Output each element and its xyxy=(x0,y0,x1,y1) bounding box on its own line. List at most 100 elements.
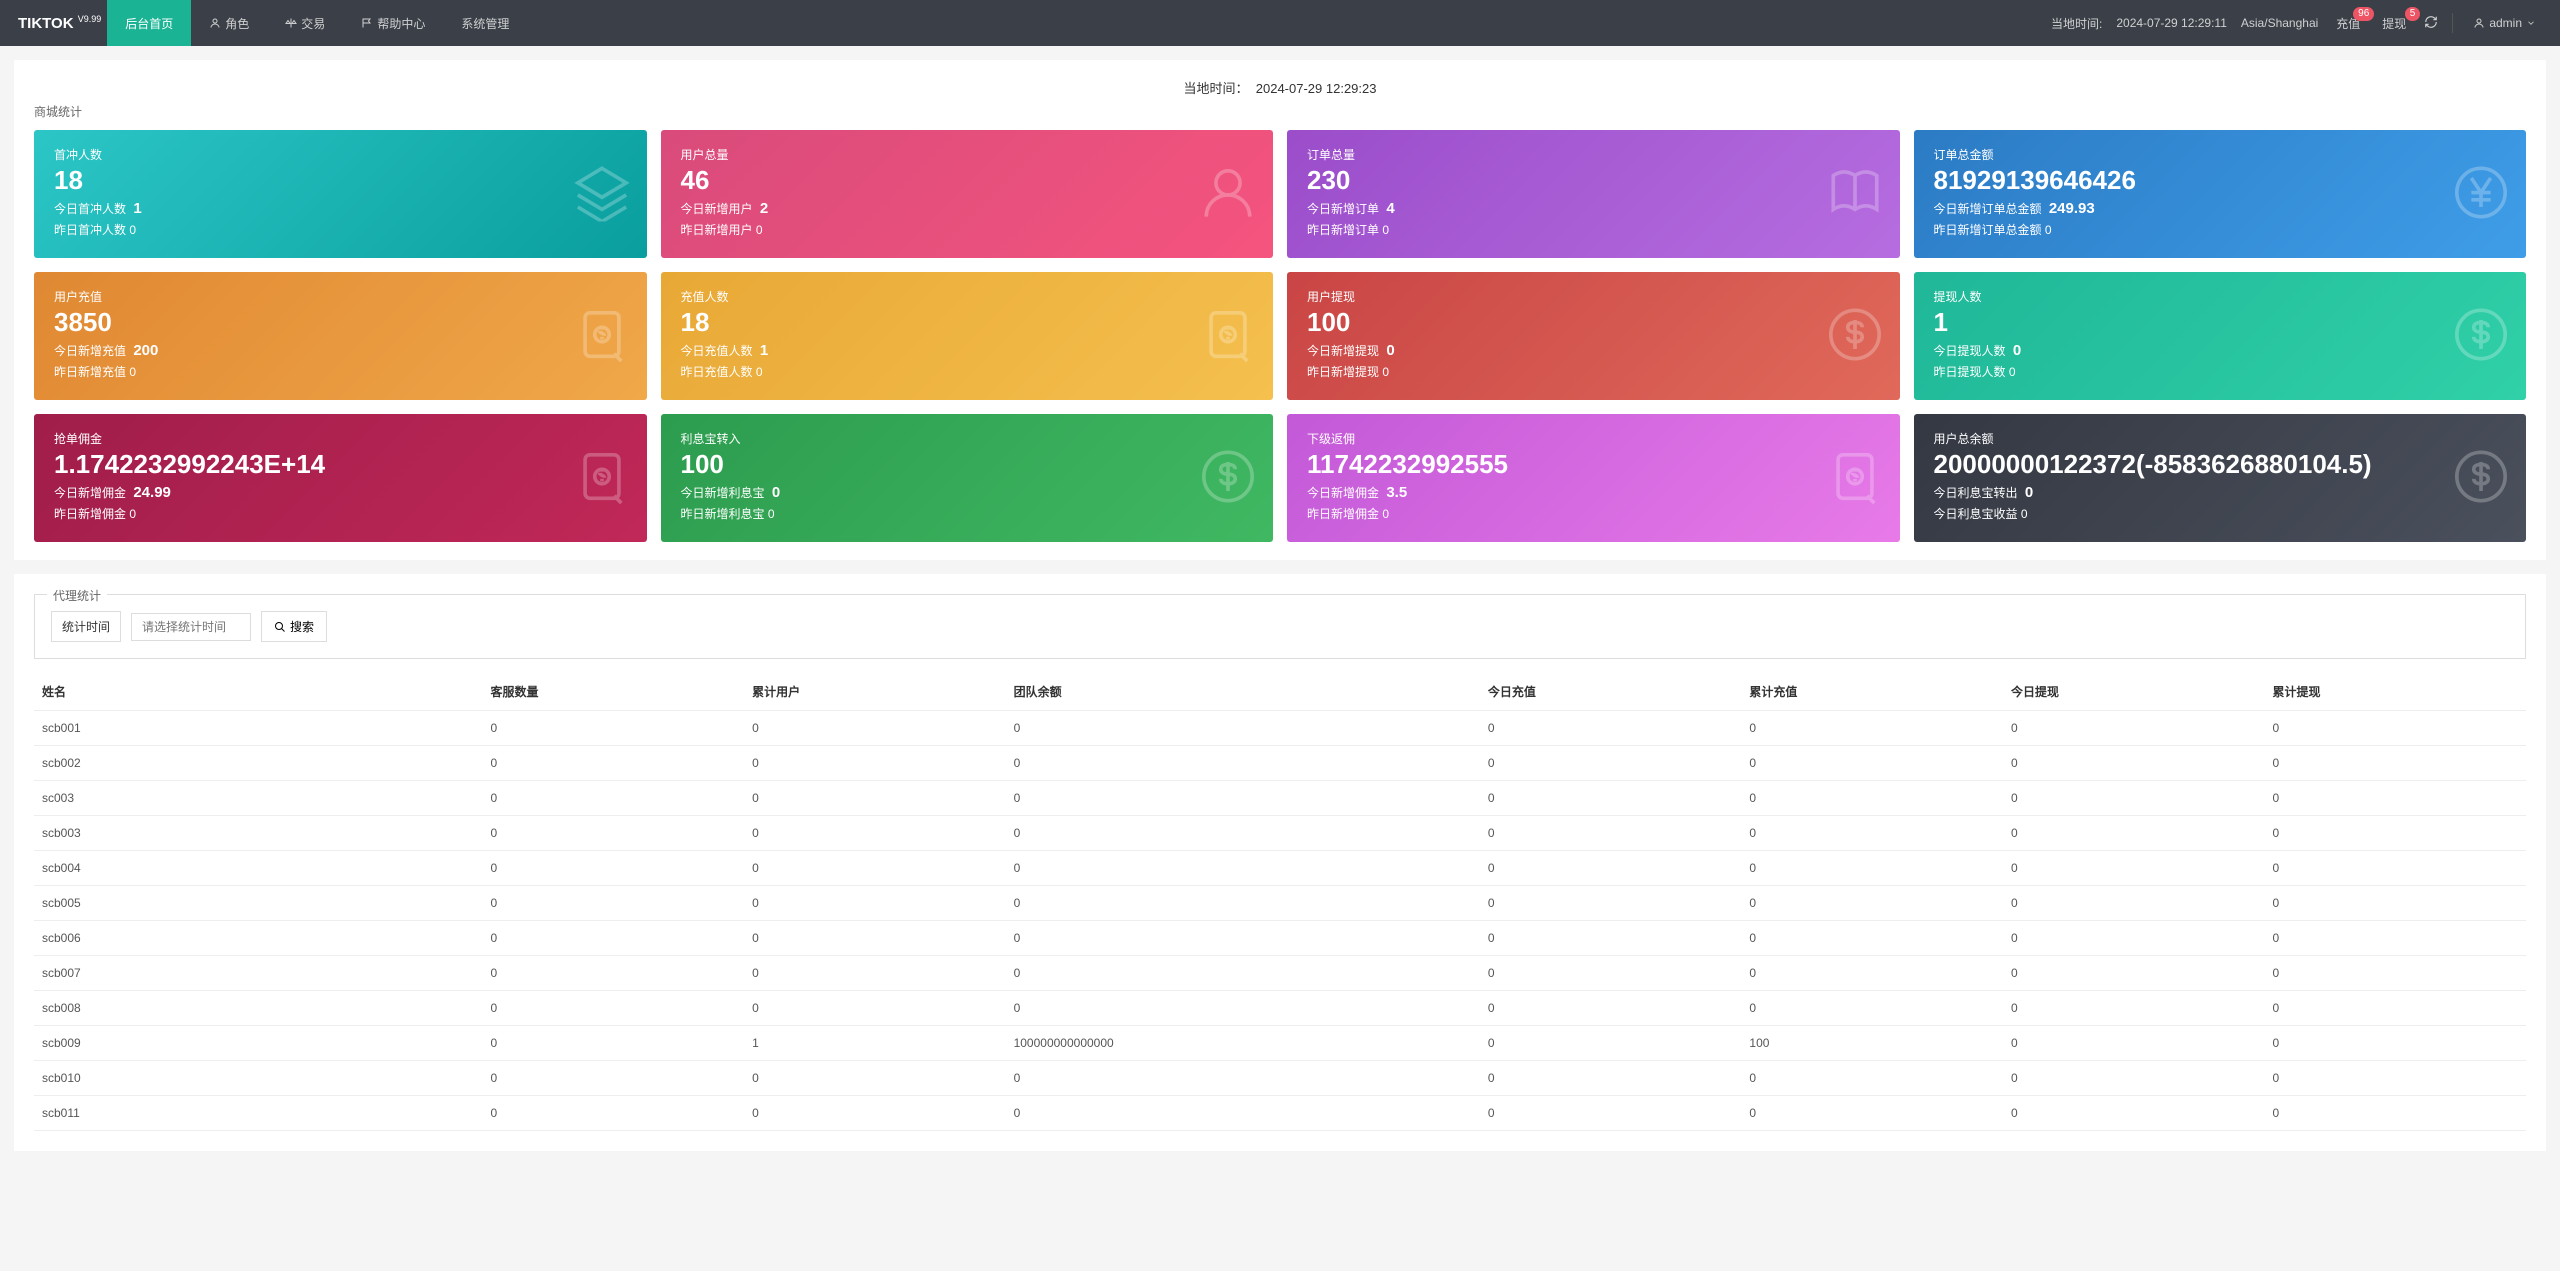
user-icon xyxy=(209,17,221,29)
stat-today: 今日提现人数 0 xyxy=(1934,342,2507,359)
table-row: scb0110000000 xyxy=(34,1096,2526,1131)
time-filter-input[interactable] xyxy=(131,613,251,641)
stat-value: 18 xyxy=(54,165,627,196)
nav-help[interactable]: 帮助中心 xyxy=(343,0,443,46)
table-cell: 0 xyxy=(744,1096,1006,1131)
table-cell: 0 xyxy=(2003,851,2265,886)
table-cell: 0 xyxy=(483,851,745,886)
stat-box-2: 订单总量230今日新增订单 4昨日新增订单 0 xyxy=(1287,130,1900,258)
stat-title: 充值人数 xyxy=(681,288,1254,305)
table-cell: 0 xyxy=(1741,781,2003,816)
table-cell: 0 xyxy=(1006,1061,1480,1096)
table-cell: 0 xyxy=(2003,956,2265,991)
stat-yesterday: 昨日新增订单 0 xyxy=(1307,221,1880,238)
table-cell: scb001 xyxy=(34,711,483,746)
stat-title: 用户提现 xyxy=(1307,288,1880,305)
table-cell: 0 xyxy=(1480,956,1742,991)
agent-table: 姓名客服数量累计用户团队余额今日充值累计充值今日提现累计提现 scb001000… xyxy=(34,673,2526,1131)
stat-today: 今日新增订单总金额 249.93 xyxy=(1934,200,2507,217)
table-cell: scb007 xyxy=(34,956,483,991)
table-cell: 0 xyxy=(2264,746,2526,781)
table-cell: 100 xyxy=(1741,1026,2003,1061)
nav-links: 后台首页 角色 交易 帮助中心 系统管理 xyxy=(107,0,527,46)
table-cell: 0 xyxy=(2264,816,2526,851)
table-header: 团队余额 xyxy=(1006,673,1480,711)
stat-title: 订单总金额 xyxy=(1934,146,2507,163)
table-cell: 0 xyxy=(1480,1061,1742,1096)
recharge-button[interactable]: 充值96 xyxy=(2332,15,2364,32)
table-cell: 0 xyxy=(744,921,1006,956)
table-cell: 0 xyxy=(1006,781,1480,816)
stat-value: 46 xyxy=(681,165,1254,196)
table-cell: 0 xyxy=(483,1061,745,1096)
table-cell: 0 xyxy=(2264,921,2526,956)
stat-yesterday: 昨日新增利息宝 0 xyxy=(681,505,1254,522)
dollar-icon xyxy=(1826,306,1884,367)
dollar-icon xyxy=(1199,448,1257,509)
table-cell: 0 xyxy=(2003,1026,2265,1061)
table-cell: 0 xyxy=(744,746,1006,781)
stat-yesterday: 昨日新增佣金 0 xyxy=(54,505,627,522)
stat-grid: 首冲人数18今日首冲人数 1昨日首冲人数 0用户总量46今日新增用户 2昨日新增… xyxy=(34,130,2526,542)
table-cell: 0 xyxy=(1006,746,1480,781)
table-row: scb0070000000 xyxy=(34,956,2526,991)
table-cell: 0 xyxy=(744,711,1006,746)
agent-stats-title: 代理统计 xyxy=(47,587,107,604)
stat-yesterday: 昨日充值人数 0 xyxy=(681,363,1254,380)
table-cell: scb011 xyxy=(34,1096,483,1131)
chevron-down-icon xyxy=(2526,18,2536,28)
stat-box-6: 用户提现100今日新增提现 0昨日新增提现 0 xyxy=(1287,272,1900,400)
table-cell: 0 xyxy=(483,816,745,851)
table-cell: 0 xyxy=(744,886,1006,921)
stat-value: 20000000122372(-8583626880104.5) xyxy=(1934,449,2507,480)
brand: TIKTOK V9.99 xyxy=(18,14,101,32)
stat-yesterday: 昨日提现人数 0 xyxy=(1934,363,2507,380)
table-cell: 0 xyxy=(1480,851,1742,886)
table-row: scb0050000000 xyxy=(34,886,2526,921)
stat-box-0: 首冲人数18今日首冲人数 1昨日首冲人数 0 xyxy=(34,130,647,258)
table-cell: 0 xyxy=(2003,781,2265,816)
stat-box-10: 下级返佣11742232992555今日新增佣金 3.5昨日新增佣金 0 xyxy=(1287,414,1900,542)
user-icon xyxy=(1199,164,1257,225)
user-menu[interactable]: admin xyxy=(2467,16,2542,30)
stat-value: 1 xyxy=(1934,307,2507,338)
table-header: 姓名 xyxy=(34,673,483,711)
stat-today: 今日新增利息宝 0 xyxy=(681,484,1254,501)
table-row: scb0040000000 xyxy=(34,851,2526,886)
nav-right: 当地时间: 2024-07-29 12:29:11 Asia/Shanghai … xyxy=(2051,13,2542,33)
table-cell: 0 xyxy=(483,711,745,746)
table-cell: scb005 xyxy=(34,886,483,921)
recharge-badge: 96 xyxy=(2353,7,2374,21)
nav-role[interactable]: 角色 xyxy=(191,0,267,46)
stat-yesterday: 昨日新增订单总金额 0 xyxy=(1934,221,2507,238)
table-cell: 0 xyxy=(1006,886,1480,921)
search-icon xyxy=(274,621,286,633)
table-header: 累计充值 xyxy=(1741,673,2003,711)
table-cell: 0 xyxy=(1741,956,2003,991)
stat-yesterday: 昨日新增佣金 0 xyxy=(1307,505,1880,522)
table-cell: 0 xyxy=(2003,886,2265,921)
table-cell: 0 xyxy=(483,991,745,1026)
table-cell: 0 xyxy=(1480,886,1742,921)
nav-trade[interactable]: 交易 xyxy=(267,0,343,46)
stat-today: 今日新增充值 200 xyxy=(54,342,627,359)
stat-box-9: 利息宝转入100今日新增利息宝 0昨日新增利息宝 0 xyxy=(661,414,1274,542)
table-cell: 0 xyxy=(2264,991,2526,1026)
nav-sys[interactable]: 系统管理 xyxy=(443,0,527,46)
table-cell: 0 xyxy=(1006,816,1480,851)
table-row: scb0100000000 xyxy=(34,1061,2526,1096)
nav-home[interactable]: 后台首页 xyxy=(107,0,191,46)
withdraw-button[interactable]: 提现5 xyxy=(2378,15,2410,32)
stat-title: 用户总余额 xyxy=(1934,430,2507,447)
agent-stats-card: 代理统计 统计时间 搜索 姓名客服数量累计用户团队余额今日充值累计充值今日提现累… xyxy=(14,574,2546,1151)
table-row: scb0010000000 xyxy=(34,711,2526,746)
search-button[interactable]: 搜索 xyxy=(261,611,327,642)
table-cell: 1 xyxy=(744,1026,1006,1061)
table-cell: scb002 xyxy=(34,746,483,781)
stat-value: 18 xyxy=(681,307,1254,338)
table-header: 今日提现 xyxy=(2003,673,2265,711)
refresh-button[interactable] xyxy=(2424,15,2438,32)
table-cell: 0 xyxy=(483,956,745,991)
stat-value: 230 xyxy=(1307,165,1880,196)
stat-value: 11742232992555 xyxy=(1307,449,1880,480)
